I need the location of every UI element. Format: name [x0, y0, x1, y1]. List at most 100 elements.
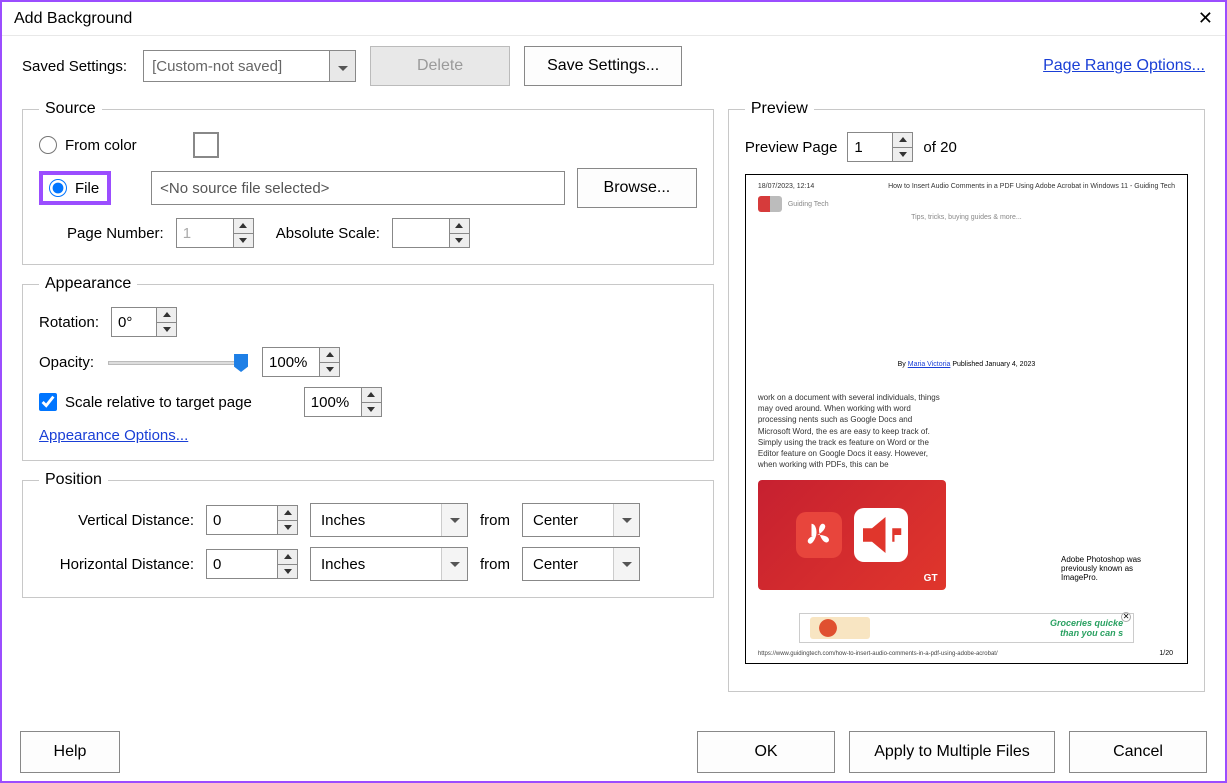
horizontal-distance-spinner[interactable]	[206, 549, 298, 579]
browse-button[interactable]: Browse...	[577, 168, 697, 208]
page-number-spinner[interactable]	[176, 218, 254, 248]
chevron-down-icon[interactable]	[441, 548, 467, 580]
horizontal-anchor-dropdown[interactable]: Center	[522, 547, 640, 581]
opacity-label: Opacity:	[39, 354, 94, 371]
position-legend: Position	[39, 471, 108, 489]
delete-button: Delete	[370, 46, 510, 86]
vertical-distance-label: Vertical Distance:	[39, 512, 194, 529]
opacity-input[interactable]	[263, 348, 319, 376]
page-number-label: Page Number:	[67, 225, 164, 242]
arrow-down-icon[interactable]	[156, 322, 176, 337]
save-settings-button[interactable]: Save Settings...	[524, 46, 682, 86]
arrow-up-icon[interactable]	[892, 133, 912, 147]
vertical-distance-input[interactable]	[207, 506, 277, 534]
pv-sidebar-text: Adobe Photoshop was previously known as …	[1061, 555, 1171, 582]
arrow-up-icon[interactable]	[449, 219, 469, 233]
scale-relative-checkbox[interactable]: Scale relative to target page	[39, 393, 252, 411]
help-button[interactable]: Help	[20, 731, 120, 773]
appearance-legend: Appearance	[39, 275, 137, 293]
from-color-radio[interactable]: From color	[39, 136, 137, 154]
ad-close-icon: ✕	[1121, 612, 1131, 622]
vertical-distance-spinner[interactable]	[206, 505, 298, 535]
scale-relative-input[interactable]	[39, 393, 57, 411]
saved-settings-label: Saved Settings:	[22, 58, 127, 75]
arrow-up-icon[interactable]	[361, 388, 381, 402]
source-legend: Source	[39, 100, 102, 118]
chevron-down-icon[interactable]	[329, 51, 355, 81]
from-color-label: From color	[65, 137, 137, 154]
preview-of-total: of 20	[923, 139, 956, 156]
vertical-anchor-dropdown[interactable]: Center	[522, 503, 640, 537]
scale-relative-label: Scale relative to target page	[65, 394, 252, 411]
pv-datetime: 18/07/2023, 12:14	[758, 183, 814, 190]
vertical-anchor-value: Center	[523, 512, 613, 529]
appearance-group: Appearance Rotation: Opacity:	[22, 275, 714, 461]
arrow-down-icon[interactable]	[233, 233, 253, 248]
vertical-units-dropdown[interactable]: Inches	[310, 503, 468, 537]
absolute-scale-input[interactable]	[393, 219, 449, 247]
arrow-down-icon[interactable]	[277, 520, 297, 535]
scale-relative-value[interactable]	[305, 388, 361, 416]
title-bar: Add Background ✕	[2, 2, 1225, 36]
vertical-units-value: Inches	[311, 512, 441, 529]
opacity-spinner[interactable]	[262, 347, 340, 377]
preview-page-input[interactable]	[848, 133, 892, 161]
color-swatch[interactable]	[193, 132, 219, 158]
source-file-field[interactable]	[151, 171, 565, 205]
arrow-down-icon[interactable]	[319, 362, 339, 377]
scale-relative-spinner[interactable]	[304, 387, 382, 417]
guiding-tech-logo-icon	[758, 196, 782, 212]
chevron-down-icon[interactable]	[613, 504, 639, 536]
from-label: from	[480, 512, 510, 529]
slider-thumb-icon[interactable]	[234, 354, 248, 372]
ok-button[interactable]: OK	[697, 731, 835, 773]
arrow-up-icon[interactable]	[233, 219, 253, 233]
opacity-slider[interactable]	[108, 352, 248, 372]
saved-settings-combo[interactable]	[143, 50, 356, 82]
file-radio-input[interactable]	[49, 179, 67, 197]
pv-page-fraction: 1/20	[1159, 650, 1173, 657]
pv-heading: How to Insert Audio Comments in a PDF Us…	[888, 183, 1175, 190]
apply-multiple-button[interactable]: Apply to Multiple Files	[849, 731, 1055, 773]
position-group: Position Vertical Distance: Inches	[22, 471, 714, 598]
arrow-up-icon[interactable]	[156, 308, 176, 322]
absolute-scale-spinner[interactable]	[392, 218, 470, 248]
close-icon[interactable]: ✕	[1198, 8, 1213, 29]
pv-url: https://www.guidingtech.com/how-to-inser…	[758, 651, 998, 657]
file-radio-highlight: File	[39, 171, 111, 205]
acrobat-icon	[796, 512, 842, 558]
preview-page-spinner[interactable]	[847, 132, 913, 162]
arrow-up-icon[interactable]	[277, 550, 297, 564]
preview-group: Preview Preview Page of 20 18/07/2023,	[728, 100, 1205, 692]
rotation-input[interactable]	[112, 308, 156, 336]
saved-settings-input[interactable]	[144, 51, 329, 81]
arrow-up-icon[interactable]	[277, 506, 297, 520]
ad-image-icon	[810, 617, 870, 639]
arrow-down-icon[interactable]	[449, 233, 469, 248]
horizontal-anchor-value: Center	[523, 556, 613, 573]
arrow-down-icon[interactable]	[277, 564, 297, 579]
rotation-spinner[interactable]	[111, 307, 177, 337]
absolute-scale-label: Absolute Scale:	[276, 225, 380, 242]
pv-brand: Guiding Tech	[788, 201, 829, 208]
file-radio[interactable]: File	[49, 179, 99, 197]
page-range-options-link[interactable]: Page Range Options...	[1043, 57, 1205, 75]
source-group: Source From color File	[22, 100, 714, 265]
pv-ad-banner: Groceries quickethan you can s ✕	[799, 613, 1134, 643]
pv-hero-image: GT	[758, 480, 946, 590]
pv-paragraph: work on a document with several individu…	[758, 392, 946, 470]
cancel-button[interactable]: Cancel	[1069, 731, 1207, 773]
horizontal-units-dropdown[interactable]: Inches	[310, 547, 468, 581]
appearance-options-link[interactable]: Appearance Options...	[39, 427, 188, 444]
arrow-down-icon[interactable]	[892, 147, 912, 162]
arrow-down-icon[interactable]	[361, 402, 381, 417]
chevron-down-icon[interactable]	[441, 504, 467, 536]
page-number-input	[177, 219, 233, 247]
chevron-down-icon[interactable]	[613, 548, 639, 580]
from-color-radio-input[interactable]	[39, 136, 57, 154]
preview-thumbnail: 18/07/2023, 12:14 How to Insert Audio Co…	[745, 174, 1188, 664]
rotation-label: Rotation:	[39, 314, 99, 331]
horizontal-distance-input[interactable]	[207, 550, 277, 578]
pv-tagline: Tips, tricks, buying guides & more...	[758, 214, 1175, 221]
arrow-up-icon[interactable]	[319, 348, 339, 362]
